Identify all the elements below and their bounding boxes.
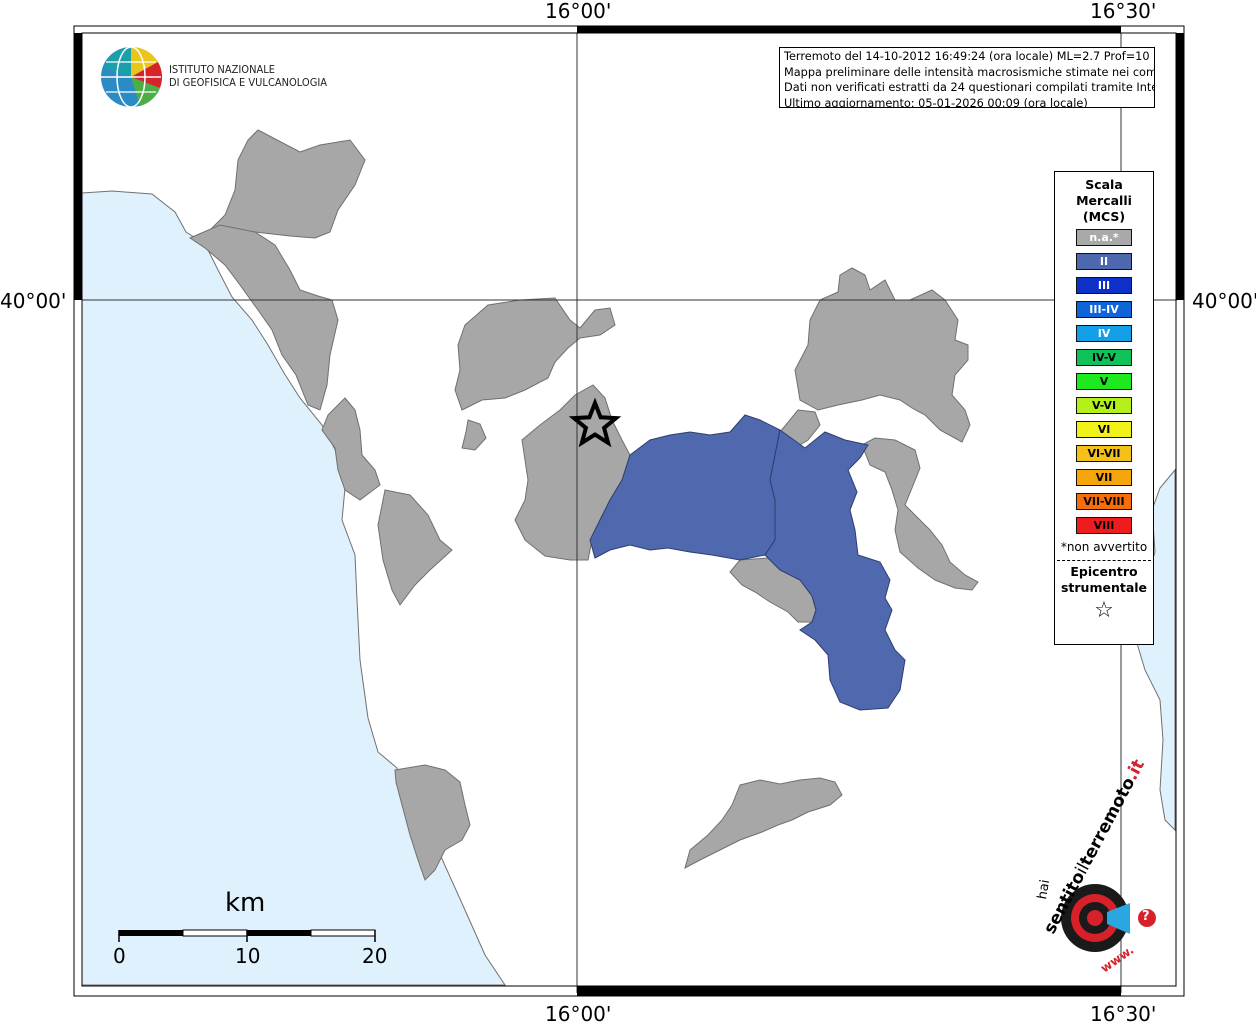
longitude-label-bottom-right: 16°30' <box>1090 1002 1157 1026</box>
legend-star-icon: ☆ <box>1094 598 1114 623</box>
earthquake-info-box: Terremoto del 14-10-2012 16:49:24 (ora l… <box>779 47 1155 108</box>
municipality-na <box>794 267 971 443</box>
municipality-na <box>684 777 843 869</box>
legend-divider <box>1057 560 1151 561</box>
scale-tick-10: 10 <box>235 944 261 968</box>
latitude-label-right: 40°00' <box>1192 289 1256 313</box>
latitude-label-left: 40°00' <box>0 289 67 313</box>
legend-swatch-vii-viii: VII-VIII <box>1076 493 1132 510</box>
legend-swatch-v: V <box>1076 373 1132 390</box>
haisentito-question-icon: ? <box>1142 909 1150 924</box>
municipality-na <box>461 419 487 451</box>
scale-tick-20: 20 <box>362 944 388 968</box>
scale-tick-0: 0 <box>113 944 126 968</box>
legend-swatch-v-vi: V-VI <box>1076 397 1132 414</box>
municipality-na <box>209 129 366 239</box>
legend-title-line1: Scala <box>1085 177 1123 192</box>
info-line-2: Mappa preliminare delle intensità macros… <box>784 65 1155 79</box>
legend-items: n.a.* II III III-IV IV IV-V V V-VI VI VI… <box>1055 229 1153 534</box>
legend-swatch-vii: VII <box>1076 469 1132 486</box>
legend-swatch-iii-iv: III-IV <box>1076 301 1132 318</box>
legend-swatch-iv-v: IV-V <box>1076 349 1132 366</box>
scale-unit-label: km <box>225 888 266 918</box>
info-line-4: Ultimo aggiornamento: 05-01-2026 00:09 (… <box>784 96 1088 108</box>
info-line-3: Dati non verificati estratti da 24 quest… <box>784 81 1155 94</box>
legend-swatch-viii: VIII <box>1076 517 1132 534</box>
ingv-logo-text: ISTITUTO NAZIONALE DI GEOFISICA E VULCAN… <box>169 63 327 89</box>
legend-swatch-iv: IV <box>1076 325 1132 342</box>
legend-swatch-iii: III <box>1076 277 1132 294</box>
legend-epicenter-title: Epicentro strumentale <box>1055 564 1153 596</box>
legend-epicenter-line2: strumentale <box>1060 580 1148 595</box>
ingv-name-line1: ISTITUTO NAZIONALE <box>169 63 276 76</box>
hst-q: ? <box>1142 909 1150 924</box>
legend-swatch-ii: II <box>1076 253 1132 270</box>
info-line-1: Terremoto del 14-10-2012 16:49:24 (ora l… <box>784 50 1155 63</box>
longitude-label-top-left: 16°00' <box>545 0 612 23</box>
legend-title-line2: Mercalli <box>1076 193 1132 208</box>
legend-swatch-vi: VI <box>1076 421 1132 438</box>
legend-title: Scala Mercalli (MCS) <box>1055 177 1153 225</box>
legend-swatch-na: n.a.* <box>1076 229 1132 246</box>
legend-swatch-vi-vii: VI-VII <box>1076 445 1132 462</box>
legend-epicenter-line1: Epicentro <box>1070 564 1138 579</box>
ingv-logo-icon <box>101 46 163 108</box>
longitude-label-top-right: 16°30' <box>1090 0 1157 23</box>
legend-title-line3: (MCS) <box>1082 209 1126 224</box>
legend-note: *non avvertito <box>1060 540 1148 554</box>
mcs-legend: Scala Mercalli (MCS) n.a.* II III III-IV… <box>1054 171 1154 645</box>
ingv-name-line2: DI GEOFISICA E VULCANOLOGIA <box>169 76 328 89</box>
longitude-label-bottom-left: 16°00' <box>545 1002 612 1026</box>
municipality-na <box>377 489 453 606</box>
